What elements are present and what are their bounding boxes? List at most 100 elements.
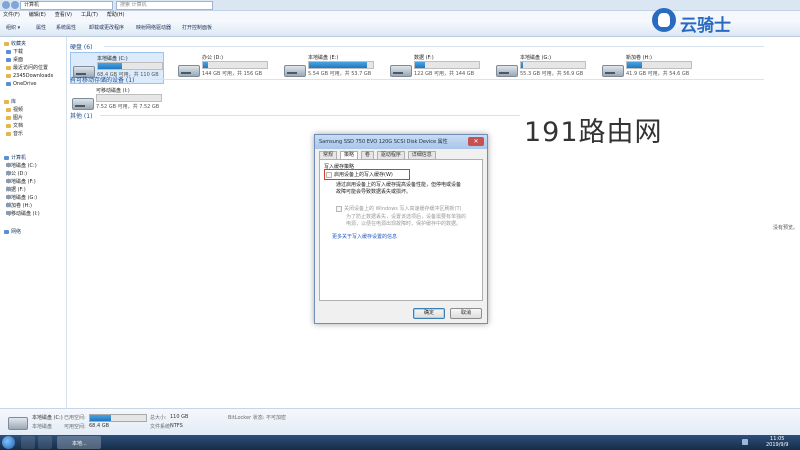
back-button[interactable] [2,1,10,9]
drive-tile-f[interactable]: 数据 (F:) 122 GB 可用，共 144 GB [388,52,480,82]
taskbar-explorer[interactable] [38,436,52,449]
tray-icon[interactable] [742,439,748,445]
map-network-drive-button[interactable]: 映射网络驱动器 [136,24,171,32]
write-cache-info-link[interactable]: 更多关于写入缓存设置的信息 [332,233,397,240]
menu-file[interactable]: 文件(F) [3,12,20,18]
total-size-value: 110 GB [170,414,189,420]
tab-details[interactable]: 详细信息 [407,151,436,159]
close-button[interactable]: ✕ [468,137,484,146]
taskbar-active-window[interactable]: 本地... [57,436,101,449]
group-hard-drives[interactable]: 硬盘 (6) [70,42,92,51]
system-clock[interactable]: 11:05 2019/9/9 [766,436,788,448]
system-properties-button[interactable]: 系统属性 [56,24,76,32]
hard-drive-icon [6,179,11,183]
group-divider [100,115,520,116]
preview-pane-text: 没有预览。 [773,225,799,231]
drive-tile-e[interactable]: 本地磁盘 (E:) 5.54 GB 可用，共 53.7 GB [282,52,374,82]
sidebar-item-downloads[interactable]: 下载 [6,49,23,56]
menu-view[interactable]: 查看(V) [55,12,72,18]
total-size-label: 总大小: [150,415,167,421]
hard-drive-icon [602,65,624,77]
cloud-icon [6,81,11,86]
free-space-label: 可用空间: [64,424,86,430]
network-icon [4,229,9,234]
drive-tile-d[interactable]: 办公 (D:) 144 GB 可用，共 156 GB [176,52,268,82]
organize-button[interactable]: 组织 ▾ [6,24,20,32]
recent-places-icon [6,65,11,70]
sidebar-item-desktop[interactable]: 桌面 [6,57,23,64]
checkbox-icon [336,205,342,212]
menu-help[interactable]: 帮助(H) [107,12,125,18]
usage-bar [308,61,374,69]
watermark-logo-text: 云骑士 [680,16,731,36]
address-input[interactable]: 计算机 [20,1,113,10]
dialog-title-bar[interactable]: Samsung SSD 750 EVO 120G SCSI Disk Devic… [315,135,487,149]
taskbar-ie[interactable] [21,436,35,449]
option2-description: 为了防止数据丢失，设置该选项后，设备需要有单独的 [346,214,467,220]
watermark-site-text: 191路由网 [524,117,663,148]
tab-general[interactable]: 常规 [319,151,338,159]
cancel-button[interactable]: 取消 [450,308,482,319]
download-folder-icon [6,49,11,54]
sidebar-item-documents[interactable]: 文档 [6,123,23,130]
sidebar-network[interactable]: 网络 [4,229,21,236]
sidebar-item-2345downloads[interactable]: 2345Downloads [6,73,53,80]
tab-policies[interactable]: 策略 [339,151,358,159]
removable-drive-icon [72,98,94,110]
usage-bar [97,62,163,70]
hard-drive-icon [6,163,11,167]
option2-description-2: 电源，以便在电源出现故障时，保护缓存中的数据。 [346,221,462,227]
checkbox-icon [326,171,332,178]
uninstall-program-button[interactable]: 卸载或更改程序 [89,24,124,32]
folder-icon [6,73,11,78]
tab-driver[interactable]: 驱动程序 [376,151,405,159]
tab-volumes[interactable]: 卷 [360,151,374,159]
sidebar-item-recent[interactable]: 最近访问的位置 [6,65,48,72]
sidebar-item-drive-c[interactable]: 本地磁盘 (C:) [6,163,37,170]
enable-write-cache-checkbox[interactable]: 启用设备上的写入缓存(W) [326,171,393,178]
hard-drive-icon [6,171,11,175]
group-other[interactable]: 其他 (1) [70,111,92,120]
sidebar-item-drive-d[interactable]: 办公 (D:) [6,171,27,178]
group-removable[interactable]: 有可移动存储的设备 (1) [70,75,134,84]
sidebar-item-onedrive[interactable]: OneDrive [6,81,37,88]
sidebar-item-drive-f2[interactable]: 数据 (F:) [6,187,26,194]
menu-edit[interactable]: 编辑(E) [29,12,46,18]
free-space-value: 68.4 GB [89,423,110,429]
file-system-label: 文件系统: [150,424,172,430]
hard-drive-icon [496,65,518,77]
library-icon [4,99,9,104]
desktop-icon [6,57,11,62]
hard-drive-icon [6,195,11,199]
properties-button[interactable]: 属性 [36,24,46,32]
sidebar-favorites[interactable]: 收藏夹 [4,41,26,48]
used-space-label: 已用空间: [64,415,86,421]
document-library-icon [6,123,11,128]
drive-tile-h[interactable]: 新加卷 (H:) 41.9 GB 可用，共 54.6 GB [600,52,692,82]
sidebar-computer[interactable]: 计算机 [4,155,26,162]
ok-button[interactable]: 确定 [413,308,445,319]
music-library-icon [6,131,11,136]
search-input[interactable]: 搜索 计算机 [116,1,213,10]
watermark-logo: 云骑士 [650,6,736,36]
sidebar-item-drive-f1[interactable]: 本地磁盘 (F:) [6,179,36,186]
hard-drive-icon [390,65,412,77]
disable-flush-checkbox[interactable]: 关闭设备上的 Windows 写入高速缓存缓冲区刷新(T) [336,205,461,212]
sidebar-item-drive-g[interactable]: 本地磁盘 (G:) [6,195,37,202]
open-control-panel-button[interactable]: 打开控制面板 [182,24,212,32]
dialog-tabs: 常规 策略 卷 驱动程序 详细信息 [319,151,437,159]
sidebar-item-drive-h[interactable]: 新加卷 (H:) [6,203,32,210]
start-button[interactable] [2,436,15,449]
sidebar-item-drive-i[interactable]: 可移动磁盘 (I:) [6,211,40,218]
menu-tools[interactable]: 工具(T) [81,12,98,18]
usage-bar [626,61,692,69]
sidebar-item-videos[interactable]: 视频 [6,107,23,114]
option1-description: 通过启用设备上的写入缓存提高设备性能，但停电或设备 [336,182,462,188]
sidebar-libraries[interactable]: 库 [4,99,16,106]
sidebar-item-pictures[interactable]: 图片 [6,115,23,122]
properties-dialog: Samsung SSD 750 EVO 120G SCSI Disk Devic… [314,134,488,324]
drive-tile-g[interactable]: 本地磁盘 (G:) 55.3 GB 可用，共 56.9 GB [494,52,586,82]
forward-button[interactable] [11,1,19,9]
removable-drive-icon [6,211,11,215]
sidebar-item-music[interactable]: 音乐 [6,131,23,138]
